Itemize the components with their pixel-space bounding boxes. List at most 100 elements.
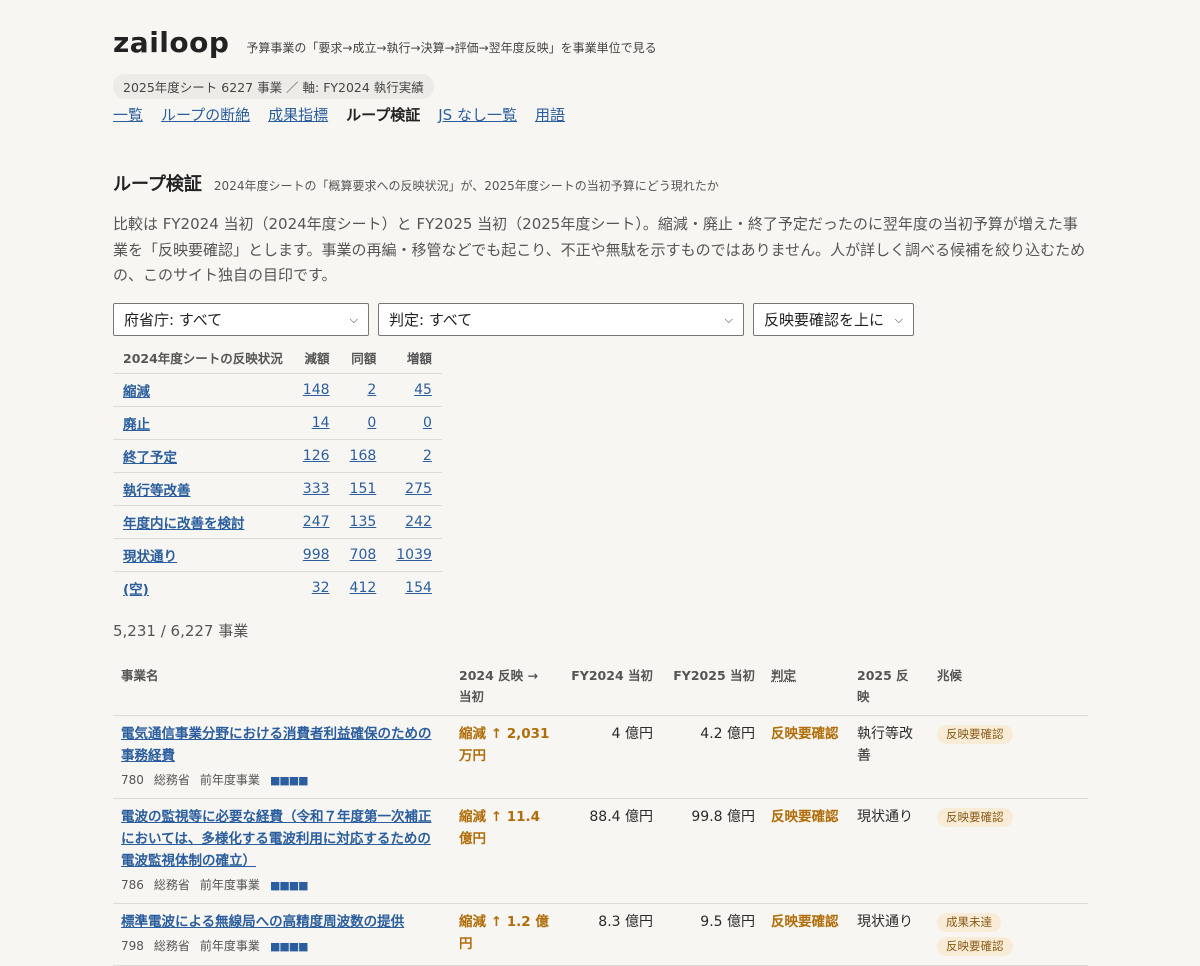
project-name-link[interactable]: 電気通信事業分野における消費者利益確保のための事務経費	[121, 726, 432, 764]
sign-badge: 成果未達	[937, 913, 1001, 932]
section-description: 比較は FY2024 当初（2024年度シート）と FY2025 当初（2025…	[113, 215, 1086, 284]
summary-label[interactable]: 年度内に改善を検討	[123, 516, 245, 532]
chevron-down-icon: ⌵	[724, 312, 733, 326]
projects-table: 事業名 2024 反映 → 当初 FY2024 当初 FY2025 当初 判定 …	[113, 656, 1088, 966]
summary-label[interactable]: (空)	[123, 582, 149, 598]
summary-same[interactable]: 151	[350, 481, 377, 497]
section-title: ループ検証	[113, 174, 202, 195]
nav-loop-verify: ループ検証	[346, 106, 421, 124]
fy2024-budget: 88.4 億円	[559, 798, 661, 904]
fy2024-budget: 8.3 億円	[559, 903, 661, 966]
summary-label[interactable]: 終了予定	[123, 450, 177, 466]
project-meta: 786 総務省 前年度事業 ■■■■	[121, 874, 443, 897]
project-id: 780	[121, 773, 144, 787]
summary-row: 年度内に改善を検討 247 135 242	[113, 505, 442, 539]
summary-label[interactable]: 廃止	[123, 417, 150, 433]
chevron-down-icon: ⌵	[894, 312, 903, 326]
sign-badge: 反映要確認	[937, 808, 1013, 827]
fy2025-budget: 99.8 億円	[661, 798, 763, 904]
summary-row: 執行等改善 333 151 275	[113, 472, 442, 506]
status-squares-icon: ■■■■	[269, 940, 309, 953]
summary-same[interactable]: 168	[350, 448, 377, 464]
summary-inc[interactable]: 154	[405, 580, 432, 596]
project-kind: 前年度事業	[199, 878, 260, 892]
judgement-select[interactable]: 判定: すべて ⌵	[378, 303, 744, 336]
summary-row: (空) 32 412 154	[113, 571, 442, 605]
fy2025-budget: 9.5 億円	[661, 903, 763, 966]
nav-glossary[interactable]: 用語	[535, 104, 565, 125]
summary-dec[interactable]: 14	[312, 415, 330, 431]
table-row: 電波の監視等に必要な経費（令和７年度第一次補正においては、多様化する電波利用に対…	[113, 798, 1088, 904]
sort-select-value: 反映要確認を上に	[764, 311, 885, 329]
nav-nojs-list[interactable]: JS なし一覧	[438, 104, 517, 125]
summary-dec[interactable]: 998	[303, 547, 330, 563]
summary-inc[interactable]: 45	[414, 382, 432, 398]
nav-loop-break[interactable]: ループの断絶	[161, 104, 250, 125]
project-name-link[interactable]: 標準電波による無線局への高精度周波数の提供	[121, 914, 404, 930]
sort-select[interactable]: 反映要確認を上に ⌵	[753, 303, 914, 336]
summary-same[interactable]: 412	[350, 580, 377, 596]
reflect-2025: 執行等改善	[849, 715, 929, 799]
fy2024-budget: 4 億円	[559, 715, 661, 799]
project-id: 798	[121, 939, 144, 953]
col-header-name: 事業名	[113, 656, 451, 716]
section-heading: ループ検証 2024年度シートの「概算要求への反映状況」が、2025年度シートの…	[113, 170, 719, 196]
summary-inc[interactable]: 242	[405, 514, 432, 530]
summary-inc[interactable]: 275	[405, 481, 432, 497]
summary-table: 2024年度シートの反映状況 減額 同額 増額 縮減 148 2 45 廃止 1…	[113, 340, 442, 605]
summary-dec[interactable]: 126	[303, 448, 330, 464]
project-ministry: 総務省	[153, 773, 190, 787]
reflect-change: 縮減 ↑ 11.4 億円	[459, 809, 541, 847]
sign-badge: 反映要確認	[937, 725, 1013, 744]
reflect-2025: 現状通り	[849, 798, 929, 904]
summary-same[interactable]: 2	[367, 382, 376, 398]
nav-outcome[interactable]: 成果指標	[268, 104, 328, 125]
judgement: 反映要確認	[771, 809, 839, 825]
site-header: zailoop 予算事業の「要求→成立→執行→決算→評価→翌年度反映」を事業単位…	[113, 26, 657, 59]
summary-header-row: 2024年度シートの反映状況 減額 同額 増額	[113, 340, 442, 374]
project-id: 786	[121, 878, 144, 892]
summary-header-dec: 減額	[304, 351, 330, 366]
summary-header-status: 2024年度シートの反映状況	[123, 351, 283, 366]
site-tagline: 予算事業の「要求→成立→執行→決算→評価→翌年度反映」を事業単位で見る	[246, 41, 657, 55]
project-kind: 前年度事業	[199, 939, 260, 953]
table-header-row: 事業名 2024 反映 → 当初 FY2024 当初 FY2025 当初 判定 …	[113, 656, 1088, 716]
summary-row: 終了予定 126 168 2	[113, 439, 442, 473]
sign-badge: 反映要確認	[937, 937, 1013, 956]
summary-dec[interactable]: 32	[312, 580, 330, 596]
dataset-pill: 2025年度シート 6227 事業 ／ 軸: FY2024 執行実績	[113, 74, 434, 99]
summary-inc[interactable]: 2	[423, 448, 432, 464]
ministry-select[interactable]: 府省庁: すべて ⌵	[113, 303, 369, 336]
project-ministry: 総務省	[153, 878, 190, 892]
summary-inc[interactable]: 0	[423, 415, 432, 431]
col-header-signs: 兆候	[929, 656, 1088, 716]
col-header-reflect: 2024 反映 → 当初	[451, 656, 559, 716]
project-ministry: 総務省	[153, 939, 190, 953]
summary-row: 廃止 14 0 0	[113, 406, 442, 440]
summary-dec[interactable]: 333	[303, 481, 330, 497]
summary-dec[interactable]: 148	[303, 382, 330, 398]
project-meta: 798 総務省 前年度事業 ■■■■	[121, 935, 443, 958]
summary-same[interactable]: 708	[350, 547, 377, 563]
result-count: 5,231 / 6,227 事業	[113, 622, 249, 640]
project-name-link[interactable]: 電波の監視等に必要な経費（令和７年度第一次補正においては、多様化する電波利用に対…	[121, 809, 432, 869]
summary-label[interactable]: 現状通り	[123, 549, 177, 565]
col-header-judge[interactable]: 判定	[771, 668, 796, 683]
summary-label[interactable]: 執行等改善	[123, 483, 191, 499]
summary-same[interactable]: 0	[367, 415, 376, 431]
nav-list[interactable]: 一覧	[113, 104, 143, 125]
status-squares-icon: ■■■■	[269, 774, 309, 787]
fy2025-budget: 4.2 億円	[661, 715, 763, 799]
summary-label[interactable]: 縮減	[123, 384, 150, 400]
col-header-reflect2025: 2025 反映	[849, 656, 929, 716]
summary-same[interactable]: 135	[350, 514, 377, 530]
judgement-select-value: 判定: すべて	[389, 311, 473, 329]
site-logo[interactable]: zailoop	[113, 26, 229, 59]
summary-inc[interactable]: 1039	[396, 547, 432, 563]
reflect-change: 縮減 ↑ 2,031 万円	[459, 726, 550, 764]
chevron-down-icon: ⌵	[349, 312, 358, 326]
col-header-fy2025: FY2025 当初	[661, 656, 763, 716]
summary-dec[interactable]: 247	[303, 514, 330, 530]
summary-header-inc: 増額	[406, 351, 432, 366]
summary-row: 縮減 148 2 45	[113, 373, 442, 407]
